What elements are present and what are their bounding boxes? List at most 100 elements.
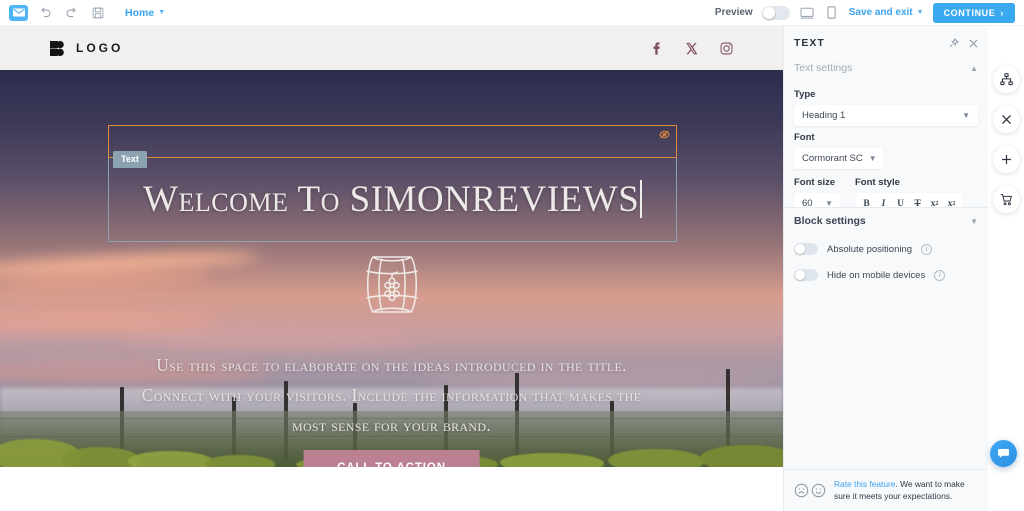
text-settings-label: Text settings — [794, 62, 853, 74]
text-settings-panel: TEXT Text settings ▲ Type Heading 1 ▼ Fo… — [783, 26, 988, 511]
rate-feature-text: Rate this feature. We want to make sure … — [834, 478, 978, 502]
happy-face-icon — [811, 483, 826, 497]
cloud-decoration — [0, 310, 220, 332]
absolute-positioning-label: Absolute positioning — [827, 243, 913, 255]
chevron-down-icon: ▼ — [962, 111, 970, 120]
workspace: LOGO Text Welcome To SIMONREVIEWS Use th… — [0, 26, 1024, 511]
block-settings-section-toggle[interactable]: Block settings ▼ — [794, 208, 978, 236]
info-icon[interactable]: i — [921, 243, 933, 255]
site-logo[interactable]: LOGO — [50, 40, 123, 56]
call-to-action-button[interactable]: CALL TO ACTION — [303, 450, 480, 467]
font-select[interactable]: Cormorant SC ▼ — [794, 148, 883, 169]
save-and-exit-label: Save and exit — [848, 7, 913, 18]
cart-icon[interactable] — [992, 186, 1020, 213]
font-style-group: Font style B I U T x2 x2 — [855, 171, 963, 207]
font-style-buttons: B I U T x2 x2 — [855, 193, 963, 207]
block-type-badge[interactable]: Text — [113, 151, 147, 168]
mobile-icon[interactable] — [824, 5, 840, 21]
close-icon[interactable] — [969, 39, 978, 48]
hero-title-text: Welcome To SIMONREVIEWS — [143, 179, 640, 220]
text-settings-section-toggle[interactable]: Text settings ▲ — [794, 55, 978, 83]
chevron-down-icon: ▼ — [158, 9, 166, 16]
site-canvas[interactable]: LOGO Text Welcome To SIMONREVIEWS Use th… — [0, 26, 783, 511]
mail-icon[interactable] — [9, 4, 28, 21]
foliage — [608, 449, 704, 467]
hero-title[interactable]: Welcome To SIMONREVIEWS — [143, 178, 642, 221]
cloud-decoration — [120, 332, 420, 348]
panel-content: TEXT Text settings ▲ Type Heading 1 ▼ Fo… — [784, 26, 988, 207]
font-size-select[interactable]: 60 ▼ — [794, 193, 841, 207]
save-disk-icon[interactable] — [89, 4, 106, 21]
chevron-up-icon: ▲ — [970, 63, 978, 73]
chevron-right-icon: › — [1000, 7, 1004, 18]
hide-block-icon[interactable] — [659, 130, 670, 139]
font-size-label: Font size — [794, 177, 836, 188]
continue-label: CONTINUE — [943, 7, 996, 18]
app-root: Home ▼ Preview Save and exit ▼ CONTINUE … — [0, 0, 1024, 511]
rate-feature-bar: Rate this feature. We want to make sure … — [784, 469, 988, 511]
toolbar-right-group: Preview Save and exit ▼ CONTINUE › — [714, 2, 1015, 23]
chevron-down-icon: ▼ — [970, 216, 978, 226]
logo-mark-icon — [50, 40, 64, 56]
chevron-down-icon: ▼ — [825, 199, 833, 207]
sitemap-icon[interactable] — [992, 66, 1020, 93]
panel-header: TEXT — [794, 26, 978, 55]
font-style-label: Font style — [855, 177, 900, 188]
close-icon[interactable] — [992, 106, 1020, 133]
desktop-icon[interactable] — [799, 5, 815, 21]
toggle-knob — [762, 6, 775, 19]
hero-section[interactable]: Text Welcome To SIMONREVIEWS Use this sp… — [0, 70, 783, 467]
info-icon[interactable]: i — [934, 269, 946, 281]
preview-label: Preview — [714, 7, 753, 18]
selected-text-block[interactable]: Text Welcome To SIMONREVIEWS — [108, 125, 677, 242]
top-toolbar: Home ▼ Preview Save and exit ▼ CONTINUE … — [0, 0, 1024, 26]
continue-button[interactable]: CONTINUE › — [932, 2, 1015, 23]
foliage — [128, 451, 214, 467]
foliage — [500, 453, 604, 467]
facebook-icon[interactable] — [650, 41, 663, 55]
hide-mobile-label: Hide on mobile devices — [827, 269, 926, 281]
font-value: Cormorant SC — [802, 153, 863, 164]
foliage — [700, 445, 783, 467]
toggle-knob — [795, 270, 805, 280]
rating-faces — [794, 483, 826, 498]
hide-mobile-toggle[interactable] — [794, 269, 818, 281]
block-toolbar-strip[interactable] — [108, 125, 677, 158]
type-select[interactable]: Heading 1 ▼ — [794, 105, 978, 126]
sad-face-icon — [794, 483, 809, 497]
cloud-decoration — [0, 271, 211, 290]
rate-this-feature-link[interactable]: Rate this feature — [834, 479, 895, 489]
superscript-button[interactable]: x2 — [943, 195, 960, 208]
absolute-positioning-toggle[interactable] — [794, 243, 818, 255]
hero-paragraph[interactable]: Use this space to elaborate on the ideas… — [0, 350, 783, 440]
instagram-icon[interactable] — [720, 42, 733, 55]
toolbar-left-group: Home ▼ — [9, 4, 165, 21]
cloud-decoration — [0, 248, 261, 280]
block-settings-label: Block settings — [794, 215, 866, 227]
bold-button[interactable]: B — [858, 195, 875, 208]
x-twitter-icon[interactable] — [685, 42, 698, 55]
preview-toggle[interactable] — [761, 5, 790, 20]
subscript-button[interactable]: x2 — [926, 195, 943, 208]
add-icon[interactable] — [992, 146, 1020, 173]
strikethrough-button[interactable]: T — [909, 195, 926, 208]
undo-icon[interactable] — [37, 4, 54, 21]
font-label: Font — [794, 132, 815, 143]
home-label: Home — [125, 6, 155, 19]
type-label: Type — [794, 89, 816, 100]
type-value: Heading 1 — [802, 110, 846, 121]
underline-button[interactable]: U — [892, 195, 909, 208]
redo-icon[interactable] — [63, 4, 80, 21]
pin-icon[interactable] — [949, 38, 959, 48]
hero-paragraph-line-1: Use this space to elaborate on the ideas… — [156, 355, 627, 375]
panel-title: TEXT — [794, 37, 825, 49]
save-and-exit-button[interactable]: Save and exit ▼ — [849, 7, 924, 18]
font-size-group: Font size 60 ▼ — [794, 171, 841, 207]
hide-mobile-row: Hide on mobile devices i — [794, 262, 978, 288]
chat-icon[interactable] — [990, 440, 1017, 467]
italic-button[interactable]: I — [875, 195, 892, 208]
foliage — [205, 455, 275, 467]
text-block-editor[interactable]: Welcome To SIMONREVIEWS — [108, 158, 677, 242]
chevron-down-icon: ▼ — [868, 154, 877, 163]
home-breadcrumb[interactable]: Home ▼ — [125, 7, 165, 19]
